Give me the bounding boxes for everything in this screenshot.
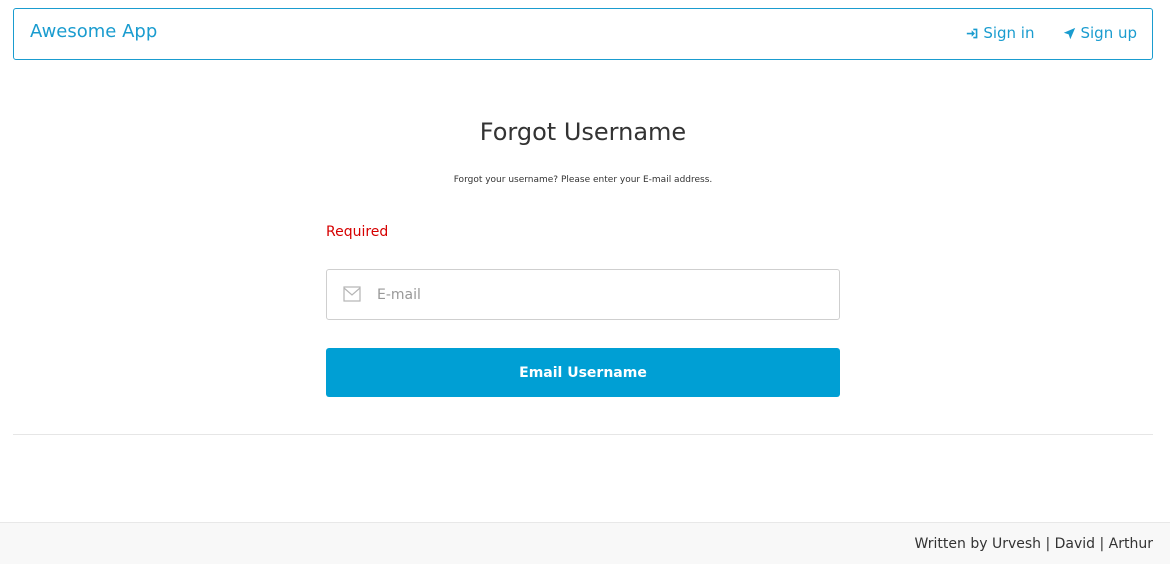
email-username-button[interactable]: Email Username: [326, 348, 840, 397]
email-field[interactable]: [326, 269, 840, 320]
sign-up-label: Sign up: [1080, 24, 1137, 42]
page-title: Forgot Username: [479, 118, 687, 146]
email-input[interactable]: [377, 270, 827, 319]
top-navbar: Awesome App Sign in Sign up: [13, 8, 1153, 60]
content-divider: [13, 434, 1153, 435]
sign-in-label: Sign in: [983, 24, 1035, 42]
rocket-icon: [1064, 27, 1076, 39]
page-subtitle: Forgot your username? Please enter your …: [453, 175, 713, 185]
envelope-icon: [343, 286, 361, 302]
sign-in-icon: [967, 28, 978, 38]
nav-links: Sign in Sign up: [966, 24, 1137, 42]
footer-credits: Written by Urvesh | David | Arthur: [914, 536, 1153, 552]
footer: Written by Urvesh | David | Arthur: [0, 522, 1170, 564]
required-error: Required: [326, 224, 389, 240]
sign-in-link[interactable]: Sign in: [966, 24, 1034, 42]
sign-up-link[interactable]: Sign up: [1063, 24, 1137, 42]
brand-link[interactable]: Awesome App: [30, 21, 157, 42]
